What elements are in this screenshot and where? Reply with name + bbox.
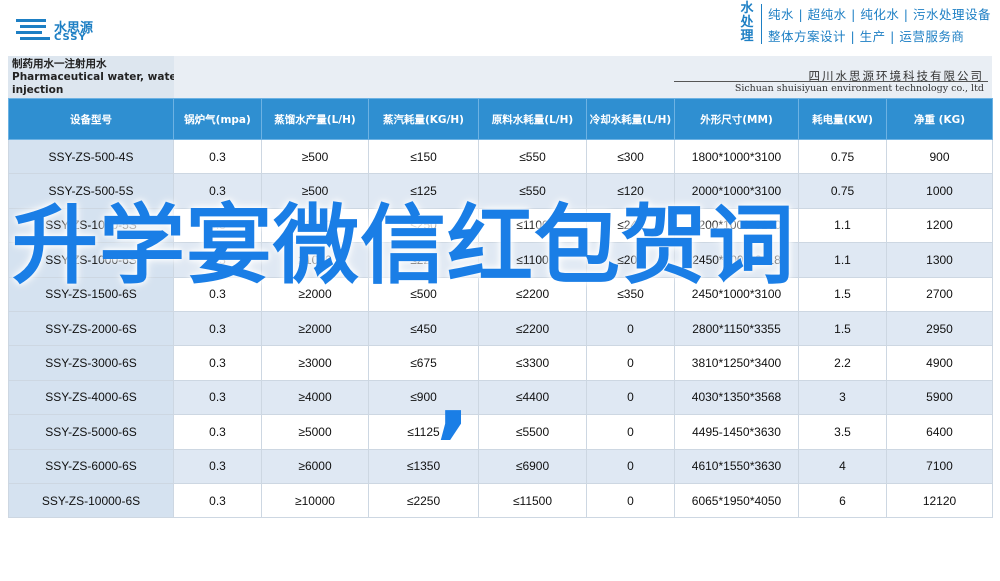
column-header: 外形尺寸(MM) <box>674 98 799 140</box>
spec-cell: ≤2250 <box>368 482 479 519</box>
spec-cell: 0 <box>586 310 675 347</box>
spec-cell: 6 <box>798 482 887 519</box>
column-header: 设备型号 <box>8 98 174 140</box>
column-header: 原料水耗量(L/H) <box>478 98 587 140</box>
spec-cell: 0 <box>586 414 675 450</box>
spec-cell: 0 <box>586 448 675 484</box>
logo-english-name: CSSY <box>54 32 87 43</box>
spec-cell: ≤3300 <box>478 345 587 381</box>
spec-cell: 3 <box>798 379 887 416</box>
model-cell: SSY-ZS-5000-6S <box>8 414 174 450</box>
spec-cell: ≤2200 <box>478 310 587 347</box>
spec-cell: ≤1350 <box>368 448 479 484</box>
product-title-cn: 制药用水一注射用水 <box>12 58 107 70</box>
spec-cell: ≤5500 <box>478 414 587 450</box>
spec-cell: 3810*1250*3400 <box>674 345 799 381</box>
spec-cell: 900 <box>886 138 993 175</box>
spec-cell: 0 <box>586 482 675 519</box>
spec-cell: ≤6900 <box>478 448 587 484</box>
spec-cell: ≤4400 <box>478 379 587 416</box>
brand-slogan: 水处理 纯水 | 超纯水 | 纯化水 | 污水处理设备 整体方案设计 | 生产 … <box>735 0 1000 50</box>
spec-cell: ≥10000 <box>261 482 369 519</box>
page-header: 水思源 CSSY 水处理 纯水 | 超纯水 | 纯化水 | 污水处理设备 整体方… <box>0 0 1000 56</box>
spec-cell: ≥6000 <box>261 448 369 484</box>
spec-cell: 0.3 <box>173 310 262 347</box>
brand-design-line: 整体方案设计 | 生产 | 运营服务商 <box>768 29 965 44</box>
spec-cell: 4 <box>798 448 887 484</box>
spec-cell: 1.5 <box>798 310 887 347</box>
overlay-comma: , <box>436 344 471 449</box>
column-header: 耗电量(KW) <box>798 98 887 140</box>
company-logo[interactable]: 水思源 CSSY <box>14 16 134 46</box>
spec-cell: ≤550 <box>478 138 587 175</box>
column-header: 蒸馏水产量(L/H) <box>261 98 369 140</box>
overlay-headline: 升学宴微信红包贺词 <box>12 196 795 296</box>
model-cell: SSY-ZS-500-4S <box>8 138 174 175</box>
spec-cell: 1800*1000*3100 <box>674 138 799 175</box>
model-cell: SSY-ZS-6000-6S <box>8 448 174 484</box>
model-cell: SSY-ZS-3000-6S <box>8 345 174 381</box>
spec-cell: 3.5 <box>798 414 887 450</box>
spec-table: 设备型号 锅炉气(mpa) 蒸馏水产量(L/H) 蒸汽耗量(KG/H) 原料水耗量(L/… <box>8 98 993 519</box>
table-header-row: 设备型号 锅炉气(mpa) 蒸馏水产量(L/H) 蒸汽耗量(KG/H) 原料水耗量(L/… <box>8 98 993 140</box>
spec-cell: 0 <box>586 379 675 416</box>
product-title: 制药用水一注射用水 Pharmaceutical water, water fo… <box>8 56 202 98</box>
spec-cell: ≤11500 <box>478 482 587 519</box>
company-name-en: Sichuan shuisiyuan environment technolog… <box>734 83 984 94</box>
spec-cell: 0.75 <box>798 138 887 175</box>
spec-cell: ≥2000 <box>261 310 369 347</box>
table-row: SSY-ZS-10000-6S 0.3 ≥10000 ≤2250 ≤11500 0 6065… <box>8 482 993 519</box>
spec-cell: 0.3 <box>173 345 262 381</box>
table-row: SSY-ZS-5000-6S 0.3 ≥5000 ≤1125 ≤5500 0 4495-14… <box>8 414 993 450</box>
product-title-en-2: injection <box>12 84 64 96</box>
column-header: 净重 (KG) <box>886 98 993 140</box>
table-row: SSY-ZS-2000-6S 0.3 ≥2000 ≤450 ≤2200 0 2800*115… <box>8 310 993 347</box>
spec-cell: 0.3 <box>173 379 262 416</box>
spec-cell: 6400 <box>886 414 993 450</box>
model-cell: SSY-ZS-10000-6S <box>8 482 174 519</box>
spec-cell: ≥3000 <box>261 345 369 381</box>
column-header: 锅炉气(mpa) <box>173 98 262 140</box>
spec-cell: 4030*1350*3568 <box>674 379 799 416</box>
spec-cell: 0 <box>586 345 675 381</box>
spec-cell: 0.3 <box>173 482 262 519</box>
model-cell: SSY-ZS-4000-6S <box>8 379 174 416</box>
spec-cell: 2800*1150*3355 <box>674 310 799 347</box>
water-drop-logo-icon <box>16 19 50 40</box>
company-info: 四川水思源环境科技有限公司 Sichuan shuisiyuan environ… <box>174 56 992 98</box>
spec-cell: 0.3 <box>173 414 262 450</box>
spec-cell: 5900 <box>886 379 993 416</box>
column-header: 蒸汽耗量(KG/H) <box>368 98 479 140</box>
spec-cell: ≥5000 <box>261 414 369 450</box>
title-band: 制药用水一注射用水 Pharmaceutical water, water fo… <box>8 56 992 98</box>
spec-cell: 0.3 <box>173 448 262 484</box>
brand-divider <box>761 4 762 44</box>
spec-cell: ≥500 <box>261 138 369 175</box>
brand-vertical-text: 水处理 <box>740 1 754 44</box>
table-row: SSY-ZS-6000-6S 0.3 ≥6000 ≤1350 ≤6900 0 4610*15… <box>8 448 993 484</box>
table-row: SSY-ZS-3000-6S 0.3 ≥3000 ≤675 ≤3300 0 3810*125… <box>8 345 993 381</box>
table-row: SSY-ZS-4000-6S 0.3 ≥4000 ≤900 ≤4400 0 4030*135… <box>8 379 993 416</box>
spec-cell: ≤150 <box>368 138 479 175</box>
spec-cell: 2.2 <box>798 345 887 381</box>
spec-cell: ≥4000 <box>261 379 369 416</box>
spec-cell: 0.3 <box>173 138 262 175</box>
company-divider <box>674 81 988 82</box>
table-row: SSY-ZS-500-4S 0.3 ≥500 ≤150 ≤550 ≤300 1800*100… <box>8 138 993 175</box>
column-header: 冷却水耗量(L/H) <box>586 98 675 140</box>
spec-cell: 4495-1450*3630 <box>674 414 799 450</box>
brand-services-line: 纯水 | 超纯水 | 纯化水 | 污水处理设备 <box>768 7 991 22</box>
spec-cell: 7100 <box>886 448 993 484</box>
spec-cell: 2950 <box>886 310 993 347</box>
spec-cell: 4610*1550*3630 <box>674 448 799 484</box>
spec-cell: ≤450 <box>368 310 479 347</box>
model-cell: SSY-ZS-2000-6S <box>8 310 174 347</box>
spec-cell: 4900 <box>886 345 993 381</box>
spec-cell: 12120 <box>886 482 993 519</box>
spec-cell: 6065*1950*4050 <box>674 482 799 519</box>
spec-cell: ≤300 <box>586 138 675 175</box>
